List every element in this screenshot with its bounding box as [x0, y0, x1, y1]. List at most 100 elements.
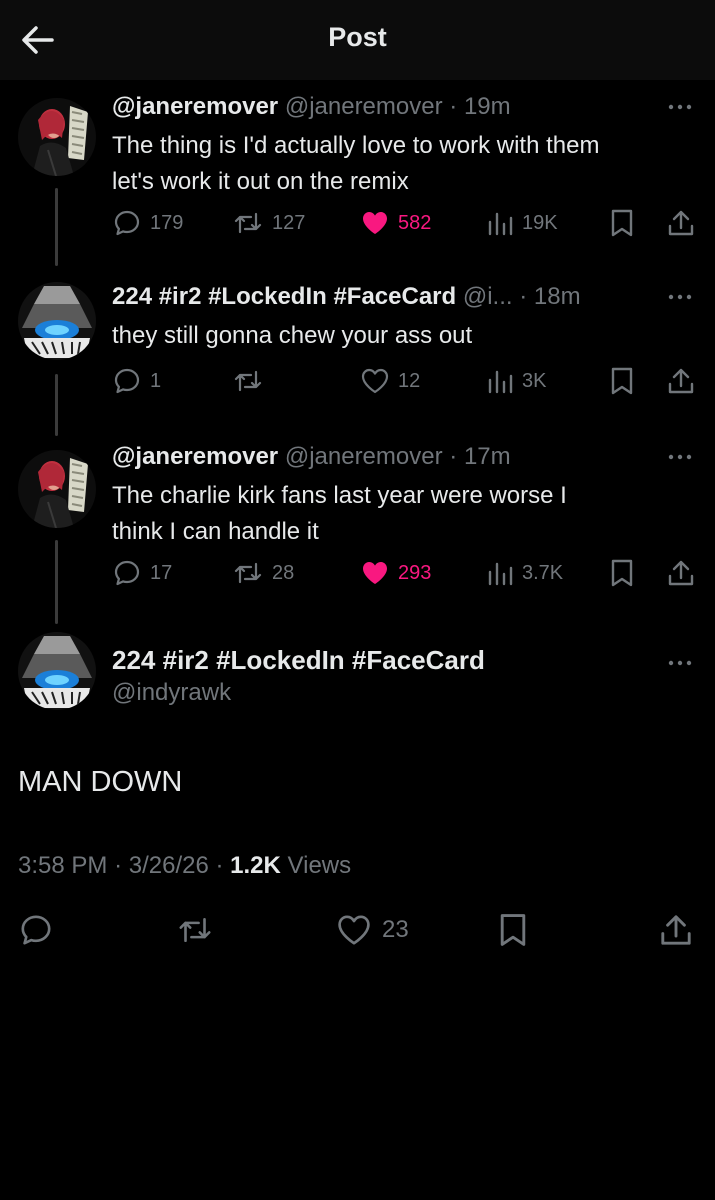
- views-button[interactable]: 19K: [486, 206, 558, 240]
- author-name[interactable]: @janeremover: [112, 93, 278, 120]
- reply-button[interactable]: 17: [112, 556, 172, 590]
- separator-dot: ·: [215, 852, 231, 879]
- like-button[interactable]: 293: [360, 556, 431, 590]
- separator-dot: ·: [114, 852, 129, 879]
- share-button[interactable]: [666, 364, 696, 398]
- share-icon: [668, 560, 694, 586]
- repost-count: 127: [272, 211, 306, 234]
- views-count: 3.7K: [522, 561, 564, 584]
- like-button[interactable]: 23: [336, 910, 409, 950]
- views-icon: [488, 212, 513, 236]
- reply-icon: [114, 368, 140, 394]
- views-button[interactable]: 3K: [486, 364, 546, 398]
- reply-icon: [114, 210, 140, 236]
- avatar[interactable]: [18, 98, 96, 176]
- main-post-author-name[interactable]: 224 #ir2 #LockedIn #FaceCard: [112, 644, 485, 676]
- bookmark-button[interactable]: [496, 910, 530, 950]
- like-count: 582: [398, 211, 432, 234]
- repost-icon: [179, 918, 211, 942]
- bookmark-icon: [611, 559, 633, 587]
- author-name[interactable]: @janeremover: [112, 443, 278, 470]
- like-count: 12: [398, 369, 421, 392]
- thread-connector: [55, 188, 58, 266]
- like-icon: [361, 368, 389, 394]
- tweet-text-line: The charlie kirk fans last year were wor…: [112, 482, 567, 509]
- like-button[interactable]: 582: [360, 206, 431, 240]
- page-title: Post: [328, 22, 387, 52]
- like-button[interactable]: 12: [360, 364, 420, 398]
- bookmark-button[interactable]: [608, 364, 636, 398]
- like-icon: [363, 212, 387, 234]
- reply-count: 17: [150, 561, 173, 584]
- bookmark-icon: [611, 367, 633, 395]
- post-date: 3/26/26: [128, 852, 209, 879]
- author-handle[interactable]: @janeremover: [285, 443, 443, 470]
- reply-button[interactable]: [18, 910, 54, 950]
- tweet-text: they still gonna chew your ass out: [112, 318, 692, 354]
- reply-button[interactable]: 179: [112, 206, 183, 240]
- timestamp[interactable]: 19m: [464, 93, 511, 120]
- repost-icon: [234, 370, 262, 392]
- tweet-text: The thing is I'd actually love to work w…: [112, 128, 692, 200]
- author-handle[interactable]: @i...: [463, 283, 513, 310]
- repost-button[interactable]: [232, 364, 272, 398]
- repost-count: 28: [272, 561, 295, 584]
- repost-button[interactable]: 127: [232, 206, 305, 240]
- views-label[interactable]: Views: [288, 852, 352, 879]
- avatar[interactable]: [18, 282, 96, 360]
- views-button[interactable]: 3.7K: [486, 556, 563, 590]
- post-time: 3:58 PM: [18, 852, 108, 879]
- top-bar: Post: [0, 0, 715, 80]
- like-count: 23: [382, 916, 409, 943]
- like-icon: [338, 915, 370, 945]
- share-button[interactable]: [658, 910, 694, 950]
- thread-reply[interactable]: @janeremover @janeremover · 19m The thin…: [0, 92, 715, 266]
- repost-button[interactable]: [176, 910, 214, 950]
- thread-reply[interactable]: @janeremover @janeremover · 17m The char…: [0, 442, 715, 624]
- bookmark-button[interactable]: [608, 556, 636, 590]
- main-post-avatar[interactable]: [18, 632, 96, 710]
- reply-icon: [21, 915, 51, 945]
- bookmark-icon: [611, 209, 633, 237]
- reply-button[interactable]: 1: [112, 364, 161, 398]
- more-icon[interactable]: [665, 282, 695, 312]
- separator-dot: ·: [519, 283, 528, 310]
- thread-reply[interactable]: 224 #ir2 #LockedIn #FaceCard @i... · 18m…: [0, 282, 715, 446]
- thread-connector: [55, 540, 58, 624]
- post-metadata: 3:58 PM · 3/26/26 · 1.2K Views: [18, 850, 351, 882]
- separator-dot: ·: [449, 443, 458, 470]
- tweet-text-line: The thing is I'd actually love to work w…: [112, 132, 600, 159]
- more-icon[interactable]: [665, 92, 695, 122]
- tweet-text: The charlie kirk fans last year were wor…: [112, 478, 692, 550]
- reply-header: 224 #ir2 #LockedIn #FaceCard @i... · 18m: [112, 282, 581, 312]
- more-icon[interactable]: [665, 648, 695, 678]
- thread-connector: [55, 374, 58, 436]
- reply-count: 1: [150, 369, 162, 392]
- share-icon: [668, 368, 694, 394]
- separator-dot: ·: [449, 93, 458, 120]
- views-icon: [488, 370, 513, 394]
- timestamp[interactable]: 18m: [534, 283, 581, 310]
- bookmark-button[interactable]: [608, 206, 636, 240]
- main-post-text: MAN DOWN: [18, 766, 183, 798]
- share-button[interactable]: [666, 206, 696, 240]
- reply-header: @janeremover @janeremover · 19m: [112, 92, 511, 122]
- repost-icon: [234, 562, 262, 584]
- main-post-author-handle[interactable]: @indyrawk: [112, 678, 231, 708]
- author-handle[interactable]: @janeremover: [285, 93, 443, 120]
- tweet-text-line: they still gonna chew your ass out: [112, 322, 473, 349]
- author-name[interactable]: 224 #ir2 #LockedIn #FaceCard: [112, 283, 456, 310]
- tweet-text-line: let's work it out on the remix: [112, 168, 409, 195]
- repost-icon: [234, 212, 262, 234]
- views-count: 19K: [522, 211, 558, 234]
- more-icon[interactable]: [665, 442, 695, 472]
- bookmark-icon: [500, 914, 526, 946]
- repost-button[interactable]: 28: [232, 556, 294, 590]
- views-count: 3K: [522, 369, 547, 392]
- like-count: 293: [398, 561, 432, 584]
- avatar[interactable]: [18, 450, 96, 528]
- share-button[interactable]: [666, 556, 696, 590]
- timestamp[interactable]: 17m: [464, 443, 511, 470]
- reply-header: @janeremover @janeremover · 17m: [112, 442, 511, 472]
- views-icon: [488, 562, 513, 586]
